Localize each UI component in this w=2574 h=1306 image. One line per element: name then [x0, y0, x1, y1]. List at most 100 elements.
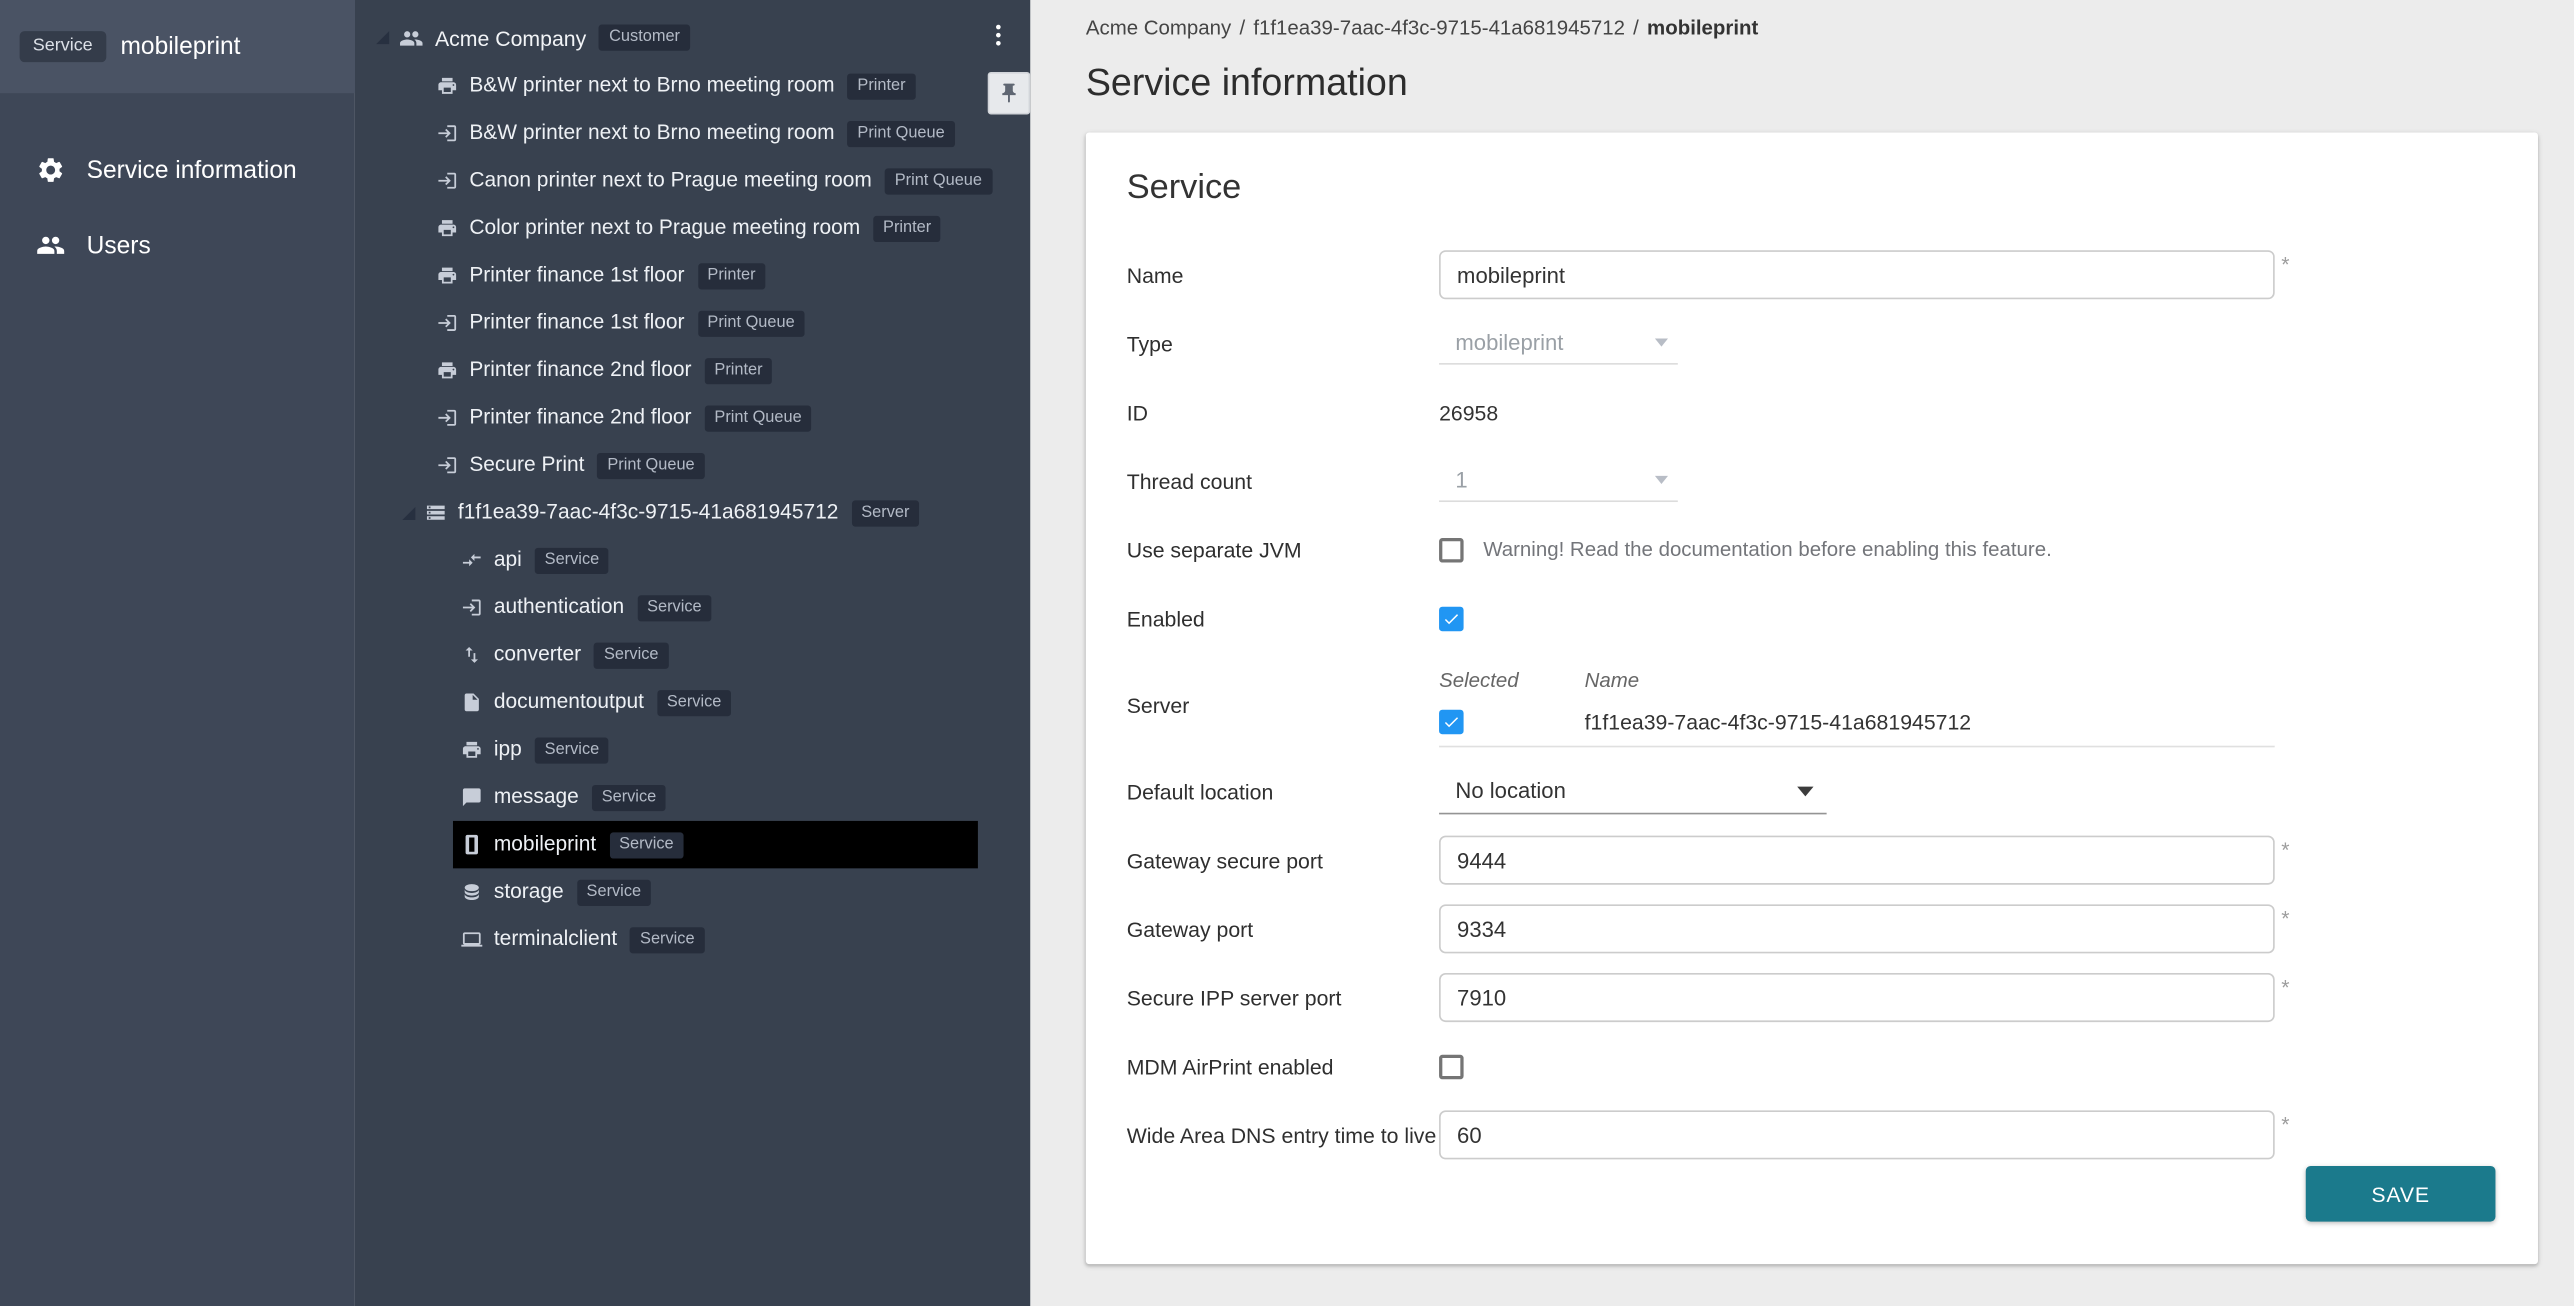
tree-menu-button[interactable] [981, 16, 1014, 52]
server-checkbox[interactable] [1439, 710, 1464, 735]
main-content: Acme Company / f1f1ea39-7aac-4f3c-9715-4… [1030, 0, 2574, 1306]
form-row-name: Name * [1127, 250, 2496, 299]
sidebar: Service mobileprint Service information … [0, 0, 355, 1306]
tree-item-badge: Service [592, 784, 666, 810]
tree-item-badge: Print Queue [705, 405, 812, 431]
collapse-arrow-icon[interactable] [376, 31, 389, 44]
jvm-warning-text: Warning! Read the documentation before e… [1483, 538, 2052, 561]
tree-item-badge: Printer [848, 73, 916, 99]
breadcrumb-separator: / [1633, 16, 1639, 39]
tree-item-label: Canon printer next to Prague meeting roo… [469, 170, 871, 191]
sidebar-title: mobileprint [121, 33, 241, 61]
tree-item[interactable]: B&W printer next to Brno meeting room Pr… [355, 62, 1030, 109]
documentoutput-icon [461, 692, 482, 713]
breadcrumb-server[interactable]: f1f1ea39-7aac-4f3c-9715-41a681945712 [1253, 16, 1625, 39]
tree-item-label: ipp [494, 739, 522, 760]
converter-icon [461, 644, 482, 665]
form-row-gateway-secure-port: Gateway secure port * [1127, 836, 2496, 885]
breadcrumb-customer[interactable]: Acme Company [1086, 16, 1231, 39]
tree-item[interactable]: documentoutput Service [355, 679, 1030, 726]
tree-item-label: terminalclient [494, 929, 617, 950]
tree-item[interactable]: authentication Service [355, 584, 1030, 631]
ipp-icon [461, 739, 482, 760]
tree-item[interactable]: api Service [355, 536, 1030, 583]
printer-icon [437, 360, 458, 381]
gateway-port-input[interactable] [1439, 904, 2275, 953]
sidebar-item-service-information[interactable]: Service information [0, 132, 355, 207]
wadns-ttl-label: Wide Area DNS entry time to live [1127, 1123, 1439, 1148]
wadns-ttl-input[interactable] [1439, 1110, 2275, 1159]
tree-item[interactable]: Printer finance 1st floor Printer [355, 252, 1030, 299]
message-icon [461, 787, 482, 808]
tree-item[interactable]: message Service [355, 773, 1030, 820]
tree-item-label: documentoutput [494, 692, 644, 713]
tree-item[interactable]: ipp Service [355, 726, 1030, 773]
sidebar-nav: Service information Users [0, 93, 355, 283]
card-section-title: Service [1127, 168, 2496, 207]
tree-item-label: Printer finance 2nd floor [469, 407, 691, 428]
screenshot-viewport: Service mobileprint Service information … [0, 0, 2574, 1306]
tree-item[interactable]: Secure Print Print Queue [355, 442, 1030, 489]
tree-item-server[interactable]: f1f1ea39-7aac-4f3c-9715-41a681945712 Ser… [355, 489, 1030, 536]
gateway-port-label: Gateway port [1127, 917, 1439, 942]
terminalclient-icon [461, 929, 482, 950]
tree-item[interactable]: converter Service [355, 631, 1030, 678]
tree-item-label: B&W printer next to Brno meeting room [469, 123, 834, 144]
form-row-id: ID 26958 [1127, 388, 2496, 437]
tree-item[interactable]: storage Service [355, 868, 1030, 915]
check-icon [1442, 609, 1460, 627]
server-col-name: Name [1585, 669, 1640, 692]
use-separate-jvm-checkbox[interactable] [1439, 537, 1464, 562]
mdm-airprint-label: MDM AirPrint enabled [1127, 1054, 1439, 1079]
tree-item-root[interactable]: Acme Company Customer [355, 13, 1030, 62]
tree-item-label: authentication [494, 597, 624, 618]
service-card: Service Name * Type mobileprint ID 26958… [1086, 132, 2538, 1264]
sidebar-item-users[interactable]: Users [0, 208, 355, 283]
tree-item-badge: Service [657, 689, 731, 715]
enabled-label: Enabled [1127, 606, 1439, 631]
pin-button[interactable] [988, 72, 1031, 115]
print-queue-icon [437, 170, 458, 191]
mdm-airprint-checkbox[interactable] [1439, 1054, 1464, 1079]
save-button[interactable]: SAVE [2306, 1166, 2496, 1222]
enabled-checkbox[interactable] [1439, 606, 1464, 631]
required-marker: * [2281, 250, 2289, 280]
tree-item-label: f1f1ea39-7aac-4f3c-9715-41a681945712 [458, 502, 838, 523]
type-label: Type [1127, 331, 1439, 356]
default-location-select[interactable]: No location [1439, 769, 1827, 815]
required-marker: * [2281, 836, 2289, 866]
tree-item-badge: Printer [873, 215, 941, 241]
secure-ipp-port-input[interactable] [1439, 973, 2275, 1022]
collapse-arrow-icon[interactable] [402, 506, 415, 519]
tree-item[interactable]: B&W printer next to Brno meeting room Pr… [355, 110, 1030, 157]
name-label: Name [1127, 262, 1439, 287]
sidebar-item-label: Service information [87, 156, 297, 184]
print-queue-icon [437, 455, 458, 476]
authentication-icon [461, 597, 482, 618]
name-input[interactable] [1439, 250, 2275, 299]
tree-item[interactable]: Printer finance 1st floor Print Queue [355, 299, 1030, 346]
gear-icon [36, 155, 65, 184]
tree-item-badge: Service [535, 547, 609, 573]
check-icon [1442, 713, 1460, 731]
mobileprint-icon [461, 834, 482, 855]
breadcrumb-separator: / [1239, 16, 1245, 39]
tree-item-mobileprint-selected[interactable]: mobileprint Service [453, 821, 978, 868]
form-row-server: Server Selected Name f1f1ea39-7aac-4f3c-… [1127, 662, 2496, 747]
tree-item-label: message [494, 787, 579, 808]
print-queue-icon [437, 123, 458, 144]
type-select: mobileprint [1439, 322, 1678, 365]
tree-item[interactable]: Canon printer next to Prague meeting roo… [355, 157, 1030, 204]
printer-icon [437, 265, 458, 286]
server-table-row: f1f1ea39-7aac-4f3c-9715-41a681945712 [1439, 698, 2275, 747]
tree-item[interactable]: Color printer next to Prague meeting roo… [355, 204, 1030, 251]
tree-item[interactable]: terminalclient Service [355, 916, 1030, 963]
gateway-secure-port-input[interactable] [1439, 836, 2275, 885]
tree-item-label: Printer finance 1st floor [469, 312, 684, 333]
thread-count-value: 1 [1455, 468, 1467, 493]
kebab-menu-icon [984, 20, 1012, 48]
tree-item[interactable]: Printer finance 2nd floor Printer [355, 347, 1030, 394]
type-select-value: mobileprint [1455, 330, 1563, 355]
chevron-down-icon [1655, 339, 1668, 347]
tree-item[interactable]: Printer finance 2nd floor Print Queue [355, 394, 1030, 441]
